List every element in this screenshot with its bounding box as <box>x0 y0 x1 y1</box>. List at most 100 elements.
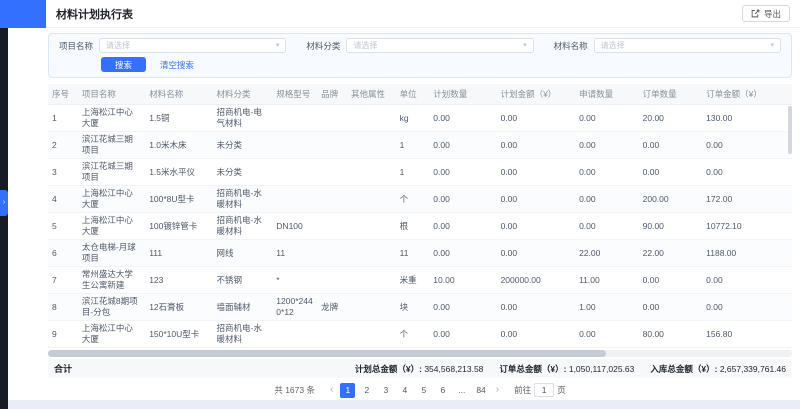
next-page-button[interactable]: › <box>493 385 502 395</box>
material-name-select[interactable]: 请选择 ▾ <box>594 38 781 53</box>
table-cell: 0.00 <box>429 294 496 321</box>
table-cell <box>347 240 396 267</box>
table-cell <box>347 105 396 132</box>
page-header: 材料计划执行表 导出 <box>8 0 800 28</box>
summary-item: 订单总金额（¥）: 1,050,117,025.63 <box>499 363 634 375</box>
table-cell: 0.00 <box>702 267 792 294</box>
table-cell <box>272 159 317 186</box>
table-cell: 0.00 <box>429 321 496 348</box>
table-cell <box>317 186 347 213</box>
table-row: 6太仓电梯-月球项目111网线11110.000.0022.0022.00118… <box>48 240 792 267</box>
table-cell: 0.00 <box>497 213 576 240</box>
table-cell: 0.00 <box>497 240 576 267</box>
table-cell: 招商机电-水暖材料 <box>212 186 272 213</box>
material-category-label: 材料分类 <box>306 40 340 52</box>
table-cell: 0.00 <box>497 294 576 321</box>
table-cell: 招商机电-水暖材料 <box>212 213 272 240</box>
table-cell <box>317 240 347 267</box>
table-cell: 90.00 <box>639 213 703 240</box>
table-cell <box>347 294 396 321</box>
page-button-6[interactable]: 6 <box>435 383 450 398</box>
table-cell: 0.00 <box>575 186 639 213</box>
table-cell: 1.5铜 <box>145 105 212 132</box>
filter-field-material: 材料名称 请选择 ▾ <box>554 38 781 53</box>
summary-item: 入库总金额（¥）: 2,657,339,761.46 <box>650 363 786 375</box>
table-cell: 156.80 <box>702 321 792 348</box>
page-title: 材料计划执行表 <box>56 6 133 22</box>
page-button-5[interactable]: 5 <box>416 383 431 398</box>
table-cell: 4 <box>48 186 78 213</box>
search-button[interactable]: 搜索 <box>101 57 146 72</box>
summary-item: 计划总金额（¥）: 354,568,213.58 <box>355 363 484 375</box>
material-category-select[interactable]: 请选择 ▾ <box>346 38 533 53</box>
table-cell: 0.00 <box>497 159 576 186</box>
table-cell: 5 <box>48 213 78 240</box>
table-cell: 网线 <box>212 240 272 267</box>
column-header: 项目名称 <box>78 84 145 105</box>
export-button[interactable]: 导出 <box>742 5 790 22</box>
table-body: 1上海松江中心大厦1.5铜招商机电-电气材料kg0.000.000.0020.0… <box>48 105 792 348</box>
prev-page-button[interactable]: ‹ <box>327 385 336 395</box>
table-cell: 0.00 <box>639 294 703 321</box>
table-cell <box>317 321 347 348</box>
table-cell: 0.00 <box>429 240 496 267</box>
table-cell <box>347 186 396 213</box>
sidebar-expand-handle[interactable]: › <box>0 190 8 216</box>
table-cell: 个 <box>396 186 430 213</box>
clear-search-link[interactable]: 清空搜索 <box>160 59 194 71</box>
table-cell: 0.00 <box>497 321 576 348</box>
table-row: 5上海松江中心大厦100镀锌管卡招商机电-水暖材料DN100根0.000.000… <box>48 213 792 240</box>
column-header: 订单金额（¥） <box>702 84 792 105</box>
table-cell: 不锈钢 <box>212 267 272 294</box>
project-name-label: 项目名称 <box>59 40 93 52</box>
table-cell: 11.00 <box>575 267 639 294</box>
goto-page-input[interactable] <box>534 383 554 397</box>
table-cell: 上海松江中心大厦 <box>78 213 145 240</box>
content-area: 项目名称 请选择 ▾ 材料分类 请选择 ▾ 材料 <box>8 28 800 400</box>
table-cell: * <box>272 267 317 294</box>
table-cell: 未分类 <box>212 159 272 186</box>
table-cell: 0.00 <box>497 132 576 159</box>
table-cell: 0.00 <box>702 294 792 321</box>
page-button-2[interactable]: 2 <box>359 383 374 398</box>
horizontal-scrollbar[interactable] <box>48 350 792 357</box>
chevron-down-icon: ▾ <box>523 42 527 49</box>
vertical-scrollbar[interactable] <box>788 106 792 154</box>
column-header: 单位 <box>396 84 430 105</box>
page-button-1[interactable]: 1 <box>340 383 355 398</box>
page-ellipsis[interactable]: ... <box>454 383 469 398</box>
table-cell: 0.00 <box>639 159 703 186</box>
table-cell <box>272 321 317 348</box>
material-name-placeholder: 请选择 <box>601 40 625 51</box>
column-header: 申请数量 <box>575 84 639 105</box>
chevron-right-icon: › <box>3 199 5 206</box>
table-cell: 招商机电-电气材料 <box>212 105 272 132</box>
table-cell: 111 <box>145 240 212 267</box>
project-name-placeholder: 请选择 <box>106 40 130 51</box>
horizontal-scrollbar-thumb[interactable] <box>48 350 606 357</box>
table-cell <box>347 213 396 240</box>
column-header: 计划金额（¥） <box>497 84 576 105</box>
table-cell: 0.00 <box>639 132 703 159</box>
table-cell: 22.00 <box>575 240 639 267</box>
page-button-4[interactable]: 4 <box>397 383 412 398</box>
table-row: 9上海松江中心大厦150*10U型卡招商机电-水暖材料个0.000.000.00… <box>48 321 792 348</box>
table-cell: 9 <box>48 321 78 348</box>
page-button-3[interactable]: 3 <box>378 383 393 398</box>
project-name-select[interactable]: 请选择 ▾ <box>99 38 286 53</box>
table-cell <box>347 159 396 186</box>
table-cell: 0.00 <box>429 213 496 240</box>
table-cell: 2 <box>48 132 78 159</box>
table-cell: kg <box>396 105 430 132</box>
table-cell: 招商机电-水暖材料 <box>212 321 272 348</box>
table-cell: 0.00 <box>429 186 496 213</box>
table-cell: 0.00 <box>639 267 703 294</box>
main-panel: 材料计划执行表 导出 项目名称 请选择 <box>8 0 800 400</box>
table-cell: 常州盛达大学生公寓新建 <box>78 267 145 294</box>
table-cell <box>347 321 396 348</box>
table-cell: 3 <box>48 159 78 186</box>
table-cell: 11 <box>272 240 317 267</box>
filter-row: 项目名称 请选择 ▾ 材料分类 请选择 ▾ 材料 <box>59 38 781 53</box>
page-button-last[interactable]: 84 <box>473 383 488 398</box>
table-cell: 1 <box>396 132 430 159</box>
